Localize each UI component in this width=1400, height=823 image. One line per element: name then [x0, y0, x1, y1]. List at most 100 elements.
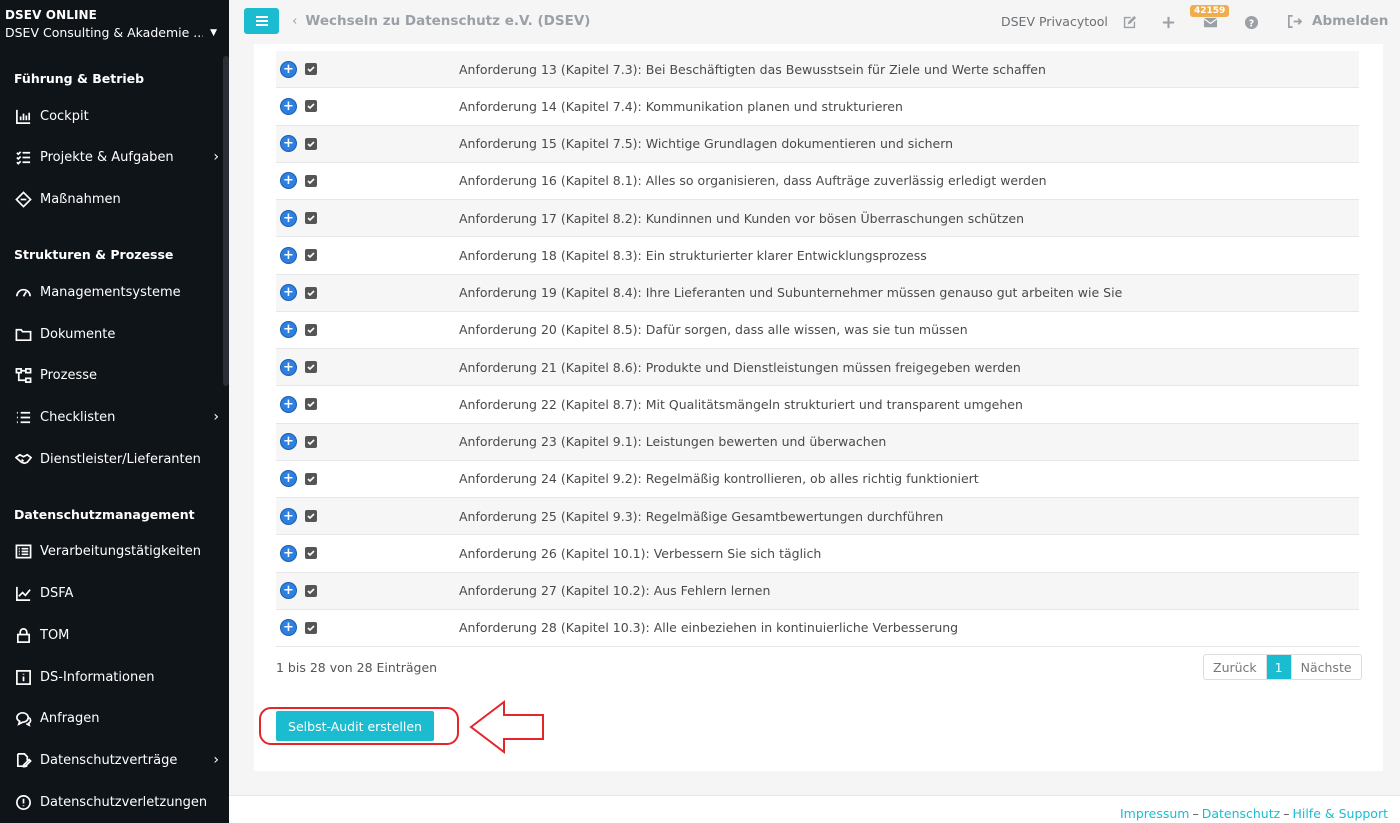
pagination-next-button[interactable]: Nächste — [1290, 655, 1361, 679]
expand-row-icon[interactable]: + — [280, 97, 297, 115]
requirement-label: Anforderung 25 (Kapitel 9.3): Regelmäßig… — [459, 508, 944, 524]
expand-row-icon[interactable]: + — [280, 507, 297, 525]
expand-row-icon[interactable]: + — [280, 544, 297, 562]
pagination-page-1[interactable]: 1 — [1266, 655, 1291, 679]
sidebar-item-dokumente[interactable]: Dokumente — [14, 319, 219, 349]
row-checkbox[interactable] — [305, 286, 317, 299]
expand-row-icon[interactable]: + — [280, 433, 297, 451]
chat-icon — [14, 709, 32, 727]
row-checkbox[interactable] — [305, 174, 317, 187]
table-row: + Anforderung 15 (Kapitel 7.5): Wichtige … — [276, 125, 1359, 163]
help-support-link[interactable]: Hilfe & Support — [1292, 806, 1388, 821]
sidebar-item-label: Datenschutzverträge — [40, 752, 178, 768]
sidebar-item-cockpit[interactable]: Cockpit — [14, 101, 219, 131]
footer-links: Impressum – Datenschutz – Hilfe & Support — [1120, 806, 1388, 821]
row-checkbox[interactable] — [305, 249, 317, 262]
switch-organization-label: Wechseln zu Datenschutz e.V. (DSEV) — [305, 13, 591, 29]
row-checkbox[interactable] — [305, 323, 317, 336]
sidebar-item-dienstleister-lieferanten[interactable]: Dienstleister/Lieferanten — [14, 444, 219, 474]
sidebar-item-checklisten[interactable]: Checklisten › — [14, 402, 219, 432]
table-row: + Anforderung 21 (Kapitel 8.6): Produkte … — [276, 349, 1359, 387]
footer-separator: – — [1283, 806, 1290, 821]
datenschutz-link[interactable]: Datenschutz — [1202, 806, 1281, 821]
row-checkbox[interactable] — [305, 547, 317, 560]
expand-row-icon[interactable]: + — [280, 395, 297, 413]
requirement-label: Anforderung 18 (Kapitel 8.3): Ein strukt… — [459, 247, 927, 263]
chevron-right-icon: › — [213, 752, 219, 768]
expand-row-icon[interactable]: + — [280, 582, 297, 600]
expand-row-icon[interactable]: + — [280, 135, 297, 153]
pagination-previous-button[interactable]: Zurück — [1204, 655, 1267, 679]
row-checkbox[interactable] — [305, 510, 317, 523]
row-checkbox[interactable] — [305, 398, 317, 411]
requirement-label: Anforderung 26 (Kapitel 10.1): Verbesser… — [459, 545, 822, 561]
table-row: + Anforderung 20 (Kapitel 8.5): Dafür sor… — [276, 312, 1359, 349]
logout-link[interactable]: Abmelden — [1287, 13, 1388, 29]
handshake-icon — [14, 450, 32, 468]
row-checkbox[interactable] — [305, 472, 317, 485]
sidebar-item-tom[interactable]: TOM — [14, 620, 219, 650]
sidebar-item-anfragen[interactable]: Anfragen — [14, 703, 219, 733]
annotation-highlight-oval — [259, 707, 459, 745]
impressum-link[interactable]: Impressum — [1120, 806, 1189, 821]
checkmark-icon — [307, 401, 315, 408]
requirement-label: Anforderung 17 (Kapitel 8.2): Kundinnen … — [459, 210, 1024, 226]
row-checkbox[interactable] — [305, 212, 317, 225]
expand-row-icon[interactable]: + — [280, 172, 297, 190]
sidebar-item-managementsysteme[interactable]: Managementsysteme — [14, 277, 219, 307]
checkmark-icon — [307, 439, 315, 445]
sidebar-item-label: Datenschutzverletzungen — [40, 794, 208, 810]
table-row: + Anforderung 19 (Kapitel 8.4): Ihre Lief… — [276, 274, 1359, 312]
sidebar-scrollbar[interactable] — [223, 56, 229, 386]
svg-text:?: ? — [1248, 18, 1253, 29]
switch-organization-link[interactable]: ‹ Wechseln zu Datenschutz e.V. (DSEV) — [292, 13, 590, 29]
sidebar-item-projekte-aufgaben[interactable]: Projekte & Aufgaben › — [14, 142, 219, 172]
expand-row-icon[interactable]: + — [280, 60, 297, 78]
checkmark-icon — [307, 588, 315, 594]
plus-icon[interactable] — [1158, 12, 1178, 32]
requirement-label: Anforderung 13 (Kapitel 7.3): Bei Beschä… — [459, 61, 1046, 77]
row-checkbox[interactable] — [305, 100, 317, 113]
chevron-left-icon: ‹ — [292, 13, 298, 29]
expand-row-icon[interactable]: + — [280, 358, 297, 376]
lock-icon — [14, 626, 32, 644]
privacytool-link[interactable]: DSEV Privacytool — [1001, 14, 1108, 29]
sidebar: DSEV ONLINE DSEV Consulting & Akademie .… — [0, 0, 229, 823]
sidebar-item-ds-informationen[interactable]: DS-Informationen — [14, 662, 219, 692]
table-row: + Anforderung 22 (Kapitel 8.7): Mit Quali… — [276, 386, 1359, 424]
expand-row-icon[interactable]: + — [280, 619, 297, 637]
expand-row-icon[interactable]: + — [280, 246, 297, 264]
organization-switcher[interactable]: DSEV Consulting & Akademie ... ▼ — [5, 25, 217, 40]
requirement-label: Anforderung 22 (Kapitel 8.7): Mit Qualit… — [459, 396, 1023, 412]
sidebar-item-dsfa[interactable]: DSFA — [14, 578, 219, 608]
requirement-label: Anforderung 27 (Kapitel 10.2): Aus Fehle… — [459, 583, 771, 599]
gauge-icon — [14, 283, 32, 301]
edit-icon[interactable] — [1119, 12, 1139, 32]
checkmark-icon — [307, 141, 315, 147]
folder-icon — [14, 325, 32, 343]
sidebar-item-verarbeitungstaetigkeiten[interactable]: Verarbeitungstätigkeiten — [14, 536, 219, 566]
checkmark-icon — [307, 625, 315, 632]
footer: Impressum – Datenschutz – Hilfe & Support — [229, 795, 1400, 823]
sidebar-item-datenschutzvertraege[interactable]: Datenschutzverträge › — [14, 745, 219, 775]
sidebar-item-label: TOM — [40, 627, 70, 643]
row-checkbox[interactable] — [305, 584, 317, 597]
row-checkbox[interactable] — [305, 435, 317, 448]
expand-row-icon[interactable]: + — [280, 284, 297, 302]
sidebar-item-label: Dienstleister/Lieferanten — [40, 451, 201, 467]
expand-row-icon[interactable]: + — [280, 470, 297, 488]
checkmark-icon — [307, 364, 315, 371]
row-checkbox[interactable] — [305, 63, 317, 76]
row-checkbox[interactable] — [305, 137, 317, 150]
expand-row-icon[interactable]: + — [280, 209, 297, 227]
expand-row-icon[interactable]: + — [280, 321, 297, 339]
section-fuehrung-betrieb: Führung & Betrieb — [14, 71, 145, 86]
help-icon[interactable]: ? — [1241, 12, 1261, 32]
pagination: Zurück 1 Nächste — [1203, 654, 1362, 680]
sidebar-item-prozesse[interactable]: Prozesse — [14, 360, 219, 390]
row-checkbox[interactable] — [305, 621, 317, 634]
row-checkbox[interactable] — [305, 361, 317, 374]
sidebar-item-datenschutzverletzungen[interactable]: Datenschutzverletzungen — [14, 787, 219, 817]
sidebar-item-massnahmen[interactable]: Maßnahmen — [14, 184, 219, 214]
menu-toggle-button[interactable] — [244, 8, 279, 34]
